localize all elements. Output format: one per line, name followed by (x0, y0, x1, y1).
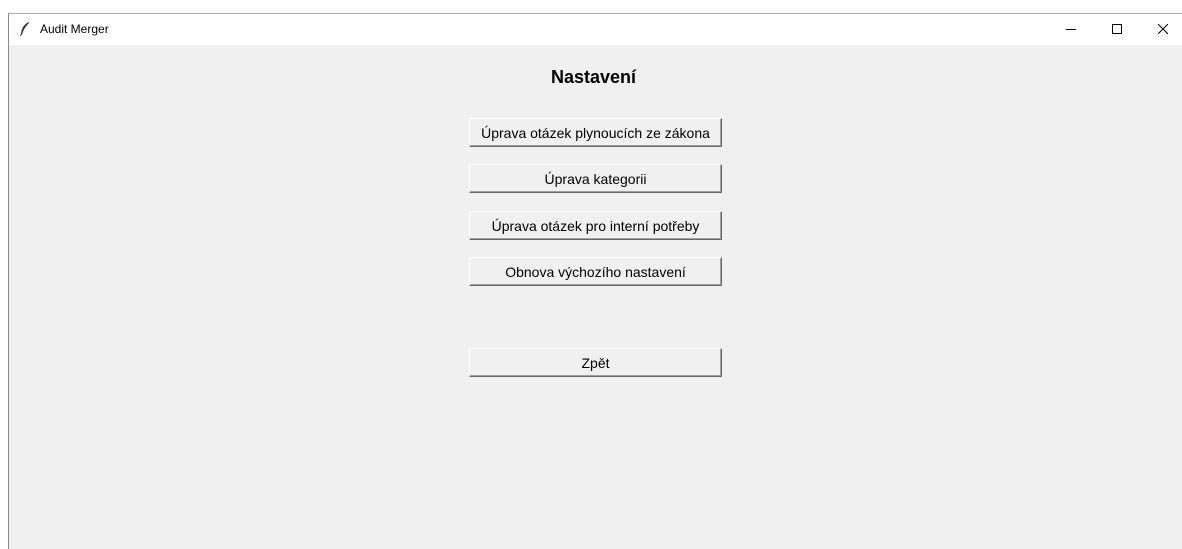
maximize-button[interactable] (1094, 14, 1140, 45)
edit-categories-button[interactable]: Úprava kategorii (469, 164, 722, 193)
maximize-icon (1112, 21, 1122, 39)
minimize-button[interactable] (1048, 14, 1094, 45)
edit-internal-questions-button[interactable]: Úprava otázek pro interní potřeby (469, 211, 722, 240)
settings-panel: Nastavení Úprava otázek plynoucích ze zá… (9, 45, 1182, 549)
close-icon (1157, 21, 1169, 39)
window-title: Audit Merger (40, 22, 109, 36)
back-button[interactable]: Zpět (469, 348, 722, 377)
title-bar[interactable]: Audit Merger (9, 14, 1182, 45)
feather-icon (19, 22, 31, 37)
page-title-text: Nastavení (551, 67, 637, 87)
app-window: Audit Merger Nastavení Úprava otázek ply… (8, 13, 1182, 549)
close-button[interactable] (1140, 14, 1182, 45)
minimize-icon (1066, 21, 1076, 39)
edit-legal-questions-button[interactable]: Úprava otázek plynoucích ze zákona (469, 118, 722, 147)
restore-defaults-button[interactable]: Obnova výchozího nastavení (469, 257, 722, 286)
